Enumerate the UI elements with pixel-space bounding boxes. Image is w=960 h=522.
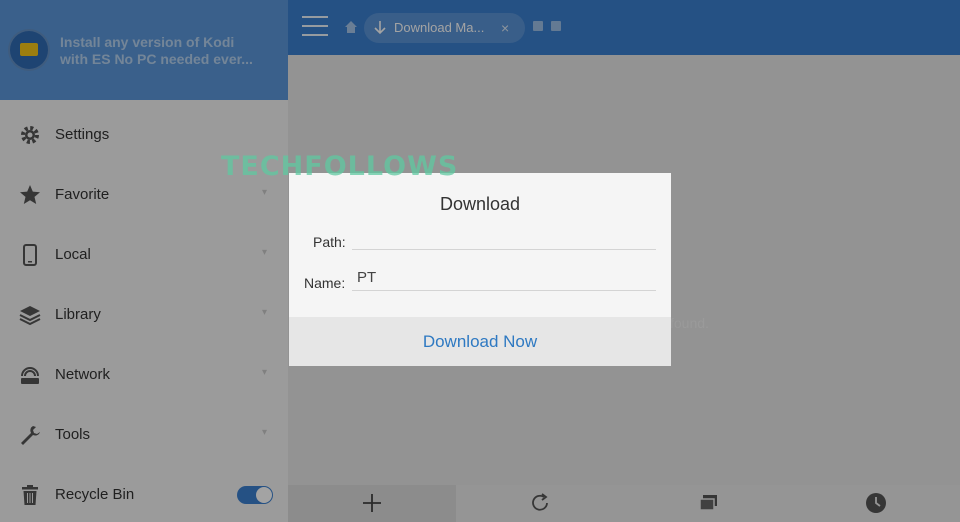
download-dialog: Download Path: Name: PT Download Now <box>289 173 671 366</box>
dialog-title: Download <box>439 194 521 214</box>
watermark-logo: TECHFOLLOWS <box>221 151 459 182</box>
path-field[interactable] <box>352 224 656 250</box>
empty-message: found. <box>670 315 709 331</box>
name-field[interactable]: PT <box>352 265 656 291</box>
path-label: Path: <box>313 234 346 250</box>
name-label: Name: <box>304 275 346 291</box>
download-now-button[interactable]: Download Now <box>289 317 671 366</box>
